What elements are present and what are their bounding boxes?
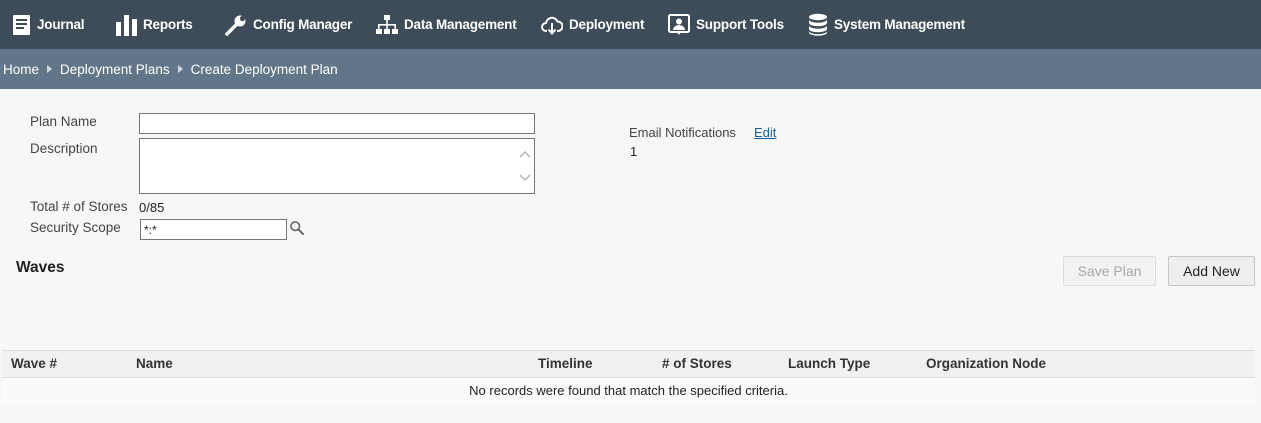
support-person-icon <box>668 13 690 36</box>
bar-chart-icon <box>116 14 137 36</box>
scroll-up-icon[interactable] <box>518 147 532 162</box>
hierarchy-icon <box>376 14 398 36</box>
wrench-icon <box>225 14 247 36</box>
column-header-timeline[interactable]: Timeline <box>538 351 593 377</box>
nav-journal[interactable]: Journal <box>12 0 85 49</box>
nav-system-management[interactable]: System Management <box>808 0 965 49</box>
breadcrumb-separator-icon <box>177 65 183 73</box>
waves-table-header: Wave # Name Timeline # of Stores Launch … <box>2 350 1255 378</box>
total-stores-label: Total # of Stores <box>30 199 128 214</box>
description-textarea[interactable] <box>139 138 535 194</box>
add-new-button[interactable]: Add New <box>1168 256 1255 286</box>
security-scope-input[interactable] <box>140 219 287 240</box>
email-notifications-count: 1 <box>630 144 638 159</box>
security-scope-label: Security Scope <box>30 220 121 235</box>
empty-table-message: No records were found that match the spe… <box>2 378 1255 404</box>
description-label: Description <box>30 141 98 156</box>
nav-journal-label: Journal <box>37 17 85 32</box>
nav-deployment[interactable]: Deployment <box>541 0 644 49</box>
column-header-organization-node[interactable]: Organization Node <box>926 351 1046 377</box>
cloud-download-icon <box>541 14 563 36</box>
description-scrollbar[interactable] <box>518 147 532 187</box>
database-icon <box>808 13 828 36</box>
nav-data-management-label: Data Management <box>404 17 517 32</box>
nav-config-manager[interactable]: Config Manager <box>225 0 352 49</box>
column-header-stores[interactable]: # of Stores <box>662 351 732 377</box>
nav-system-management-label: System Management <box>834 17 965 32</box>
nav-data-management[interactable]: Data Management <box>376 0 517 49</box>
save-plan-button[interactable]: Save Plan <box>1063 256 1156 286</box>
email-notifications-edit-link[interactable]: Edit <box>754 125 776 140</box>
nav-support-tools-label: Support Tools <box>696 17 784 32</box>
breadcrumb-deployment-plans[interactable]: Deployment Plans <box>60 62 170 77</box>
plan-name-label: Plan Name <box>30 114 97 129</box>
nav-config-manager-label: Config Manager <box>253 17 353 32</box>
waves-table: Wave # Name Timeline # of Stores Launch … <box>2 350 1255 404</box>
breadcrumb: Home Deployment Plans Create Deployment … <box>0 49 1261 89</box>
top-navigation: Journal Reports Config Manager Data Mana… <box>0 0 1261 49</box>
waves-title: Waves <box>16 259 65 276</box>
nav-reports[interactable]: Reports <box>116 0 193 49</box>
breadcrumb-current-page: Create Deployment Plan <box>190 61 338 77</box>
breadcrumb-separator-icon <box>47 65 53 73</box>
plan-name-input[interactable] <box>139 113 535 134</box>
nav-deployment-label: Deployment <box>569 17 645 32</box>
nav-support-tools[interactable]: Support Tools <box>668 0 784 49</box>
column-header-name[interactable]: Name <box>136 351 173 377</box>
journal-icon <box>12 14 31 36</box>
search-icon[interactable] <box>289 220 305 239</box>
nav-reports-label: Reports <box>143 17 193 32</box>
column-header-wave-number[interactable]: Wave # <box>11 351 57 377</box>
email-notifications-label: Email Notifications <box>629 125 736 140</box>
scroll-down-icon[interactable] <box>518 171 532 186</box>
total-stores-value: 0/85 <box>139 200 165 215</box>
column-header-launch-type[interactable]: Launch Type <box>788 351 870 377</box>
breadcrumb-home[interactable]: Home <box>3 62 39 77</box>
